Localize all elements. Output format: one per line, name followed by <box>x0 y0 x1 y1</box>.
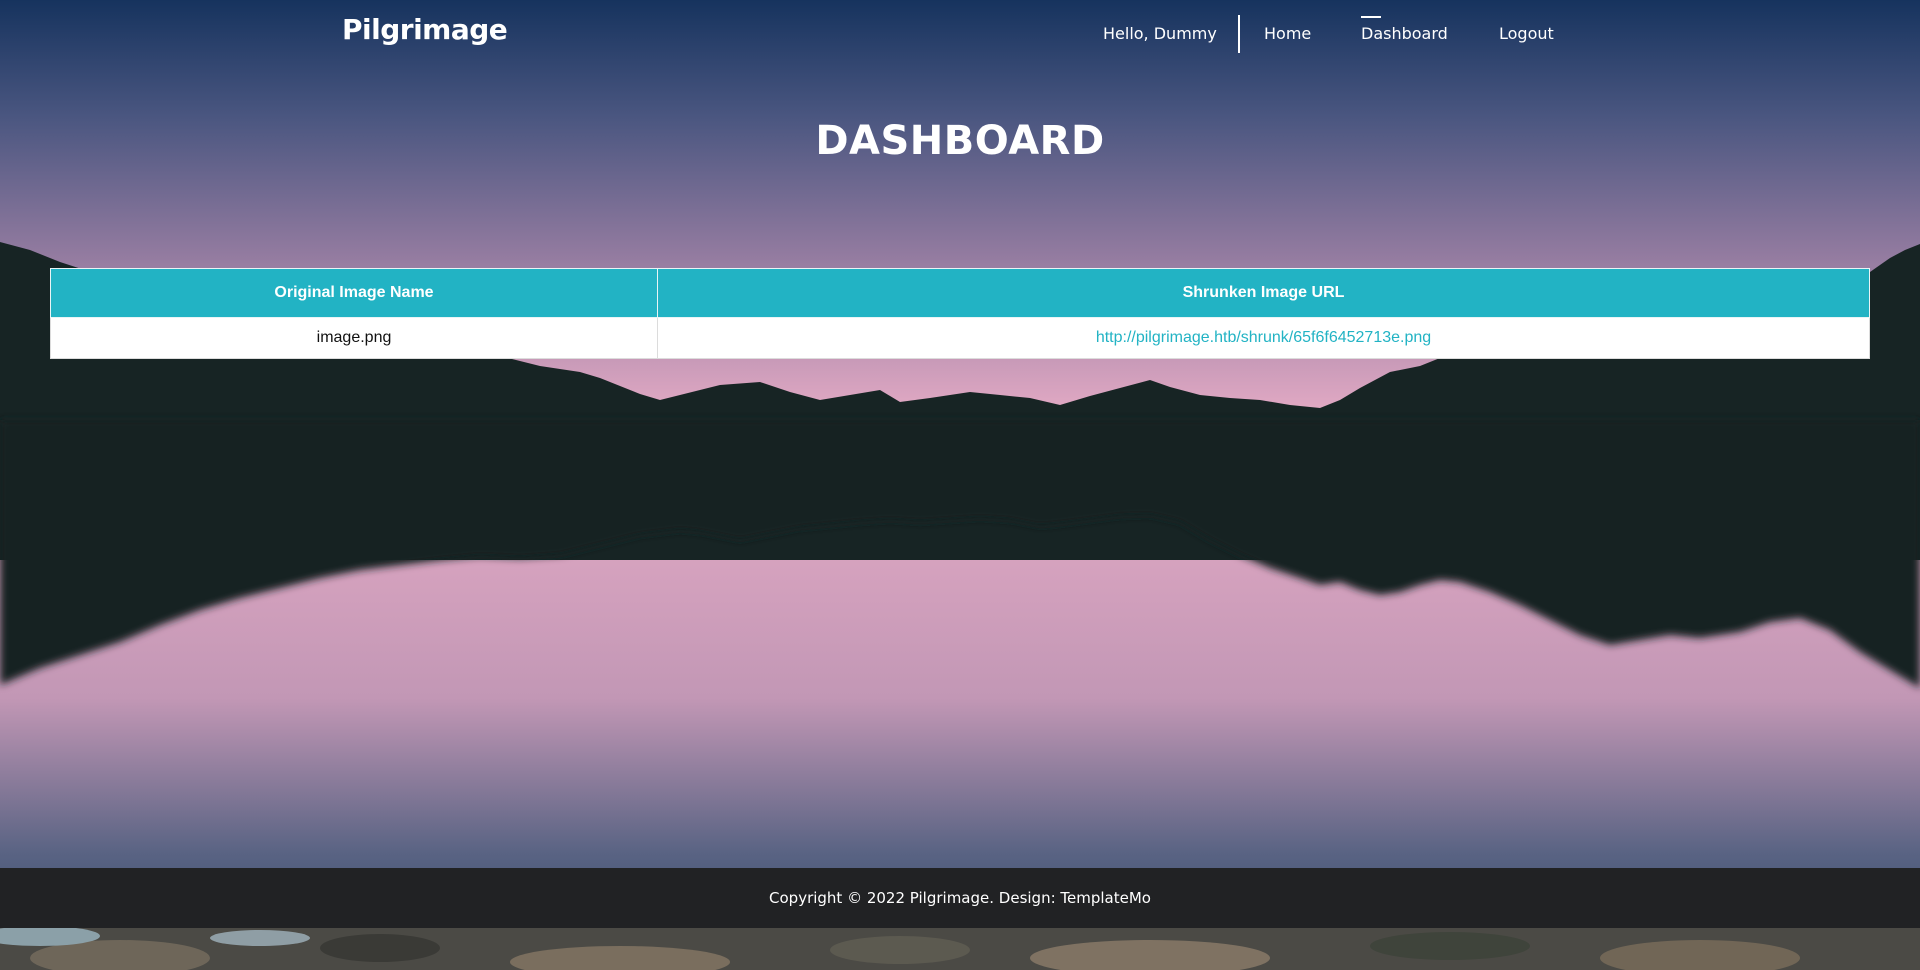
brand-logo[interactable]: Pilgrimage <box>342 13 508 46</box>
nav-home-link[interactable]: Home <box>1264 14 1311 54</box>
nav-logout-link[interactable]: Logout <box>1499 14 1554 54</box>
nav-divider <box>1238 15 1240 53</box>
table-row: image.png http://pilgrimage.htb/shrunk/6… <box>50 317 1870 359</box>
nav-dashboard-link[interactable]: Dashboard <box>1361 14 1448 54</box>
footer-templatemo-link[interactable]: TemplateMo <box>1060 889 1151 907</box>
top-navbar: Pilgrimage Hello, Dummy Home Dashboard L… <box>0 0 1920 70</box>
table-header-row: Original Image Name Shrunken Image URL <box>50 268 1870 318</box>
header-original-image-name: Original Image Name <box>50 268 658 318</box>
header-shrunken-image-url: Shrunken Image URL <box>657 268 1870 318</box>
page-title: DASHBOARD <box>815 118 1105 164</box>
shrunken-image-link[interactable]: http://pilgrimage.htb/shrunk/65f6f645271… <box>1096 329 1431 346</box>
original-image-name-cell: image.png <box>50 317 658 359</box>
user-greeting: Hello, Dummy <box>1103 24 1217 43</box>
images-table: Original Image Name Shrunken Image URL i… <box>50 268 1870 359</box>
footer-rocks-image <box>0 928 1920 970</box>
footer: Copyright © 2022 Pilgrimage. Design: Tem… <box>0 868 1920 928</box>
footer-copyright: Copyright © 2022 Pilgrimage. Design: <box>769 889 1061 907</box>
shrunken-image-url-cell: http://pilgrimage.htb/shrunk/65f6f645271… <box>657 317 1870 359</box>
